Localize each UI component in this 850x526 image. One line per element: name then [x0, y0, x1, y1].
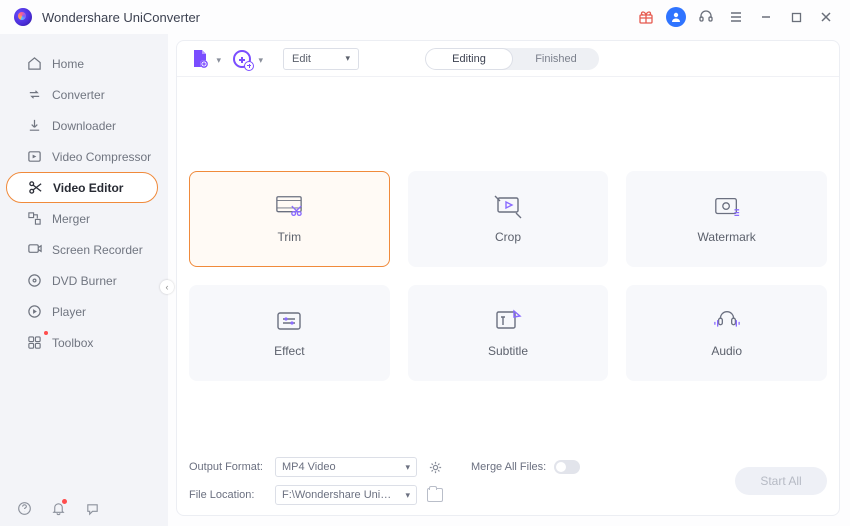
- chevron-down-icon: ▾: [405, 462, 410, 473]
- segment-editing[interactable]: Editing: [425, 48, 513, 70]
- card-trim[interactable]: Trim: [189, 171, 390, 267]
- sidebar: Home Converter Downloader Video Compress…: [0, 34, 168, 526]
- sidebar-item-video-editor[interactable]: Video Editor: [6, 172, 158, 203]
- add-file-button[interactable]: ▾: [191, 49, 211, 69]
- file-location-select[interactable]: F:\Wondershare UniConverter ▾: [275, 485, 417, 505]
- edit-dropdown[interactable]: Edit ▾: [283, 48, 359, 70]
- file-location-value: F:\Wondershare UniConverter: [282, 489, 398, 501]
- sidebar-item-label: Home: [52, 57, 84, 71]
- segment-finished[interactable]: Finished: [513, 48, 599, 70]
- effect-icon: [275, 308, 303, 334]
- card-label: Effect: [274, 344, 304, 358]
- editor-tiles: Trim Crop Watermark Effect Subtitle: [189, 171, 827, 381]
- sidebar-item-label: Video Editor: [53, 181, 123, 195]
- app-logo: [14, 8, 32, 26]
- disc-icon: [26, 273, 42, 289]
- support-icon[interactable]: [694, 5, 718, 29]
- merge-all-label: Merge All Files:: [471, 461, 546, 473]
- card-label: Trim: [278, 230, 302, 244]
- sidebar-item-label: Player: [52, 305, 86, 319]
- card-label: Subtitle: [488, 344, 528, 358]
- maximize-button[interactable]: [784, 5, 808, 29]
- notifications-icon[interactable]: [50, 500, 66, 516]
- trim-icon: [275, 194, 303, 220]
- toolbar: ▾ ▾ Edit ▾ Editing Finished: [177, 41, 839, 77]
- sidebar-item-downloader[interactable]: Downloader: [6, 110, 158, 141]
- sidebar-item-label: Screen Recorder: [52, 243, 143, 257]
- card-label: Audio: [711, 344, 742, 358]
- sidebar-item-label: DVD Burner: [52, 274, 117, 288]
- start-all-button[interactable]: Start All: [735, 467, 827, 495]
- sidebar-item-screen-recorder[interactable]: Screen Recorder: [6, 234, 158, 265]
- sidebar-item-label: Downloader: [52, 119, 116, 133]
- crop-icon: [494, 194, 522, 220]
- sidebar-item-label: Video Compressor: [52, 150, 151, 164]
- main-panel: ▾ ▾ Edit ▾ Editing Finished Trim Crop: [176, 40, 840, 516]
- card-label: Crop: [495, 230, 521, 244]
- close-button[interactable]: [814, 5, 838, 29]
- audio-icon: [713, 308, 741, 334]
- sidebar-item-dvd-burner[interactable]: DVD Burner: [6, 265, 158, 296]
- converter-icon: [26, 87, 42, 103]
- account-avatar[interactable]: [664, 5, 688, 29]
- scissors-icon: [27, 180, 43, 196]
- feedback-icon[interactable]: [84, 500, 100, 516]
- titlebar: Wondershare UniConverter: [0, 0, 850, 34]
- watermark-icon: [713, 194, 741, 220]
- status-segment: Editing Finished: [425, 48, 599, 70]
- open-folder-button[interactable]: [427, 488, 443, 502]
- compressor-icon: [26, 149, 42, 165]
- output-format-label: Output Format:: [189, 461, 265, 473]
- card-label: Watermark: [698, 230, 756, 244]
- sidebar-item-label: Toolbox: [52, 336, 93, 350]
- edit-dropdown-label: Edit: [292, 53, 311, 65]
- sidebar-item-label: Merger: [52, 212, 90, 226]
- sidebar-item-label: Converter: [52, 88, 105, 102]
- sidebar-item-merger[interactable]: Merger: [6, 203, 158, 234]
- card-audio[interactable]: Audio: [626, 285, 827, 381]
- card-effect[interactable]: Effect: [189, 285, 390, 381]
- output-format-select[interactable]: MP4 Video ▾: [275, 457, 417, 477]
- chevron-down-icon: ▾: [258, 55, 263, 66]
- app-title: Wondershare UniConverter: [42, 10, 200, 25]
- settings-icon[interactable]: [427, 459, 443, 475]
- minimize-button[interactable]: [754, 5, 778, 29]
- sidebar-item-compressor[interactable]: Video Compressor: [6, 141, 158, 172]
- merge-all-toggle[interactable]: [554, 460, 580, 474]
- subtitle-icon: [494, 308, 522, 334]
- card-crop[interactable]: Crop: [408, 171, 609, 267]
- gift-icon[interactable]: [634, 5, 658, 29]
- bottom-bar: Output Format: MP4 Video ▾ Merge All Fil…: [189, 457, 827, 505]
- merge-all-row: Merge All Files:: [471, 460, 580, 474]
- card-subtitle[interactable]: Subtitle: [408, 285, 609, 381]
- sidebar-item-converter[interactable]: Converter: [6, 79, 158, 110]
- home-icon: [26, 56, 42, 72]
- sidebar-collapse-button[interactable]: ‹: [160, 280, 174, 294]
- chevron-down-icon: ▾: [405, 490, 410, 501]
- merger-icon: [26, 211, 42, 227]
- toolbox-icon: [26, 335, 42, 351]
- menu-icon[interactable]: [724, 5, 748, 29]
- card-watermark[interactable]: Watermark: [626, 171, 827, 267]
- help-icon[interactable]: [16, 500, 32, 516]
- chevron-down-icon: ▾: [216, 55, 221, 66]
- recorder-icon: [26, 242, 42, 258]
- add-media-button[interactable]: ▾: [233, 50, 251, 68]
- sidebar-footer: [16, 500, 100, 516]
- sidebar-item-player[interactable]: Player: [6, 296, 158, 327]
- file-location-label: File Location:: [189, 489, 265, 501]
- sidebar-item-toolbox[interactable]: Toolbox: [6, 327, 158, 358]
- player-icon: [26, 304, 42, 320]
- output-format-value: MP4 Video: [282, 461, 336, 473]
- sidebar-item-home[interactable]: Home: [6, 48, 158, 79]
- download-icon: [26, 118, 42, 134]
- chevron-down-icon: ▾: [345, 53, 350, 64]
